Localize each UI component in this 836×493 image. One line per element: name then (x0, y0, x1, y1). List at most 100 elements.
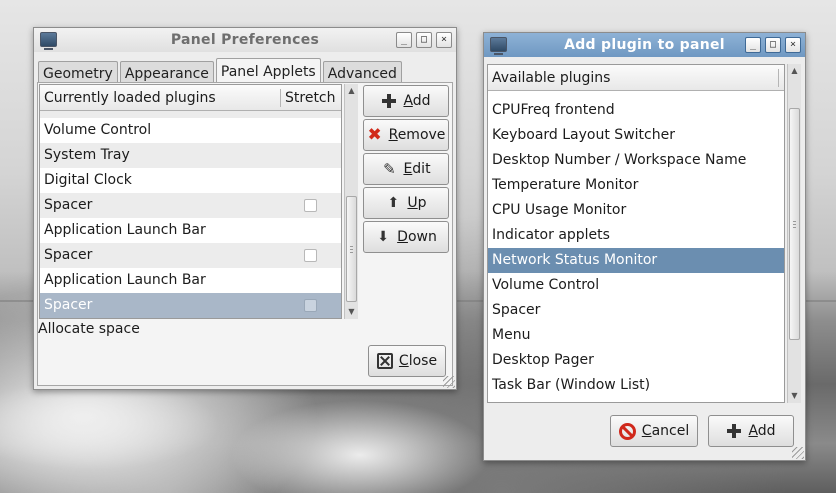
list-item[interactable]: Volume Control (40, 118, 341, 143)
close-button-label: Close (398, 353, 438, 369)
add-button[interactable]: Add (363, 85, 449, 117)
background-wave-foam (230, 400, 490, 493)
scroll-thumb[interactable] (346, 196, 357, 302)
tab-panel-applets[interactable]: Panel Applets (215, 58, 321, 85)
list-item-selected[interactable]: Network Status Monitor (488, 248, 784, 273)
grip-icon (350, 245, 353, 253)
list-item[interactable]: Task Bar (Window List) (488, 373, 784, 398)
maximize-button[interactable]: □ (416, 32, 432, 48)
window-title: Panel Preferences (170, 32, 320, 48)
list-item[interactable]: Volume Control (488, 273, 784, 298)
list-item[interactable]: Spacer (40, 243, 341, 268)
resize-grip[interactable] (443, 376, 455, 388)
list-item[interactable]: System Tray (40, 143, 341, 168)
plugin-name: Keyboard Layout Switcher (492, 127, 675, 143)
scroll-down-arrow-icon[interactable]: ▼ (345, 305, 358, 319)
plugin-name: Spacer (492, 302, 541, 318)
add-plugin-button[interactable]: Add (708, 415, 794, 447)
list-header: Available plugins (488, 65, 784, 91)
list-item[interactable]: Application Launch Bar (40, 218, 341, 243)
plugin-name: Indicator applets (492, 227, 610, 243)
available-plugins-scrollbar[interactable]: ▲ ▼ (787, 64, 801, 403)
column-header-available[interactable]: Available plugins (488, 70, 778, 86)
up-button[interactable]: ⬆ Up (363, 187, 449, 219)
plugin-name: System Tray (44, 147, 130, 163)
plus-icon (726, 423, 742, 439)
plugin-name: Spacer (44, 197, 93, 213)
scroll-thumb[interactable] (789, 108, 800, 340)
arrow-up-icon: ⬆ (387, 195, 400, 211)
cancel-button[interactable]: Cancel (610, 415, 698, 447)
loaded-plugins-scrollbar[interactable]: ▲ ▼ (344, 84, 358, 319)
scroll-down-arrow-icon[interactable]: ▼ (788, 389, 801, 403)
plugin-name: CPU Usage Monitor (492, 202, 627, 218)
list-item[interactable]: Menu (488, 323, 784, 348)
background-wave-foam (0, 380, 220, 470)
list-item[interactable]: Application Launch Bar (40, 268, 341, 293)
up-button-label: Up (407, 195, 427, 211)
plugin-name: Network Status Monitor (492, 252, 658, 268)
close-button[interactable]: Close (368, 345, 446, 377)
plugin-name: Spacer (44, 247, 93, 263)
column-header-plugins[interactable]: Currently loaded plugins (40, 90, 280, 106)
monitor-icon (40, 32, 57, 50)
list-item-partial (488, 91, 784, 98)
list-item[interactable]: Spacer (488, 298, 784, 323)
list-item[interactable]: CPU Usage Monitor (488, 198, 784, 223)
list-item[interactable]: Spacer (40, 193, 341, 218)
plugin-name: Spacer (44, 297, 93, 313)
titlebar[interactable]: Panel Preferences _ □ × (34, 28, 456, 52)
grip-icon (793, 220, 796, 228)
minimize-button[interactable]: _ (396, 32, 412, 48)
column-divider (778, 68, 779, 87)
stretch-checkbox[interactable] (304, 299, 317, 312)
plugin-name: Application Launch Bar (44, 222, 206, 238)
remove-button[interactable]: ✖ Remove (363, 119, 449, 151)
column-header-stretch[interactable]: Stretch (281, 90, 336, 106)
list-item[interactable]: CPUFreq frontend (488, 98, 784, 123)
pencil-icon: ✎ (383, 160, 396, 178)
list-item[interactable]: Desktop Pager (488, 348, 784, 373)
plugin-name: Temperature Monitor (492, 177, 639, 193)
available-plugins-list[interactable]: Available plugins CPUFreq frontend Keybo… (487, 64, 785, 403)
titlebar[interactable]: Add plugin to panel _ □ × (484, 33, 805, 57)
minimize-button[interactable]: _ (745, 37, 761, 53)
cancel-button-label: Cancel (641, 423, 690, 439)
down-button-label: Down (397, 229, 437, 245)
monitor-icon (490, 37, 507, 55)
scroll-up-arrow-icon[interactable]: ▲ (788, 64, 801, 78)
list-item[interactable]: Desktop Number / Workspace Name (488, 148, 784, 173)
panel-applets-page: Currently loaded plugins Stretch Volume … (37, 82, 453, 386)
resize-grip[interactable] (792, 447, 804, 459)
list-item[interactable]: Keyboard Layout Switcher (488, 123, 784, 148)
allocate-space-label: Allocate space (38, 321, 140, 337)
stretch-checkbox[interactable] (304, 249, 317, 262)
edit-button[interactable]: ✎ Edit (363, 153, 449, 185)
list-item-selected[interactable]: Spacer (40, 293, 341, 318)
stretch-checkbox[interactable] (304, 199, 317, 212)
loaded-plugins-list[interactable]: Currently loaded plugins Stretch Volume … (39, 84, 342, 319)
list-item[interactable]: Temperature Monitor (488, 173, 784, 198)
plugin-name: CPUFreq frontend (492, 102, 615, 118)
scroll-up-arrow-icon[interactable]: ▲ (345, 84, 358, 98)
remove-x-icon: ✖ (367, 125, 382, 145)
plugin-name: Desktop Number / Workspace Name (492, 152, 747, 168)
list-item[interactable]: Indicator applets (488, 223, 784, 248)
plugin-name: Volume Control (44, 122, 152, 138)
list-item-partial (40, 111, 341, 118)
close-window-button[interactable]: × (785, 37, 801, 53)
add-button-label: Add (403, 93, 431, 109)
remove-button-label: Remove (388, 127, 446, 143)
plugin-name: Desktop Pager (492, 352, 594, 368)
plus-icon (381, 93, 397, 109)
add-plugin-button-label: Add (748, 423, 776, 439)
plugin-name: Task Bar (Window List) (492, 377, 651, 393)
close-window-button[interactable]: × (436, 32, 452, 48)
list-item[interactable]: Digital Clock (40, 168, 341, 193)
maximize-button[interactable]: □ (765, 37, 781, 53)
list-header: Currently loaded plugins Stretch (40, 85, 341, 111)
plugin-name: Digital Clock (44, 172, 132, 188)
plugin-name: Menu (492, 327, 531, 343)
down-button[interactable]: ⬇ Down (363, 221, 449, 253)
edit-button-label: Edit (403, 161, 431, 177)
